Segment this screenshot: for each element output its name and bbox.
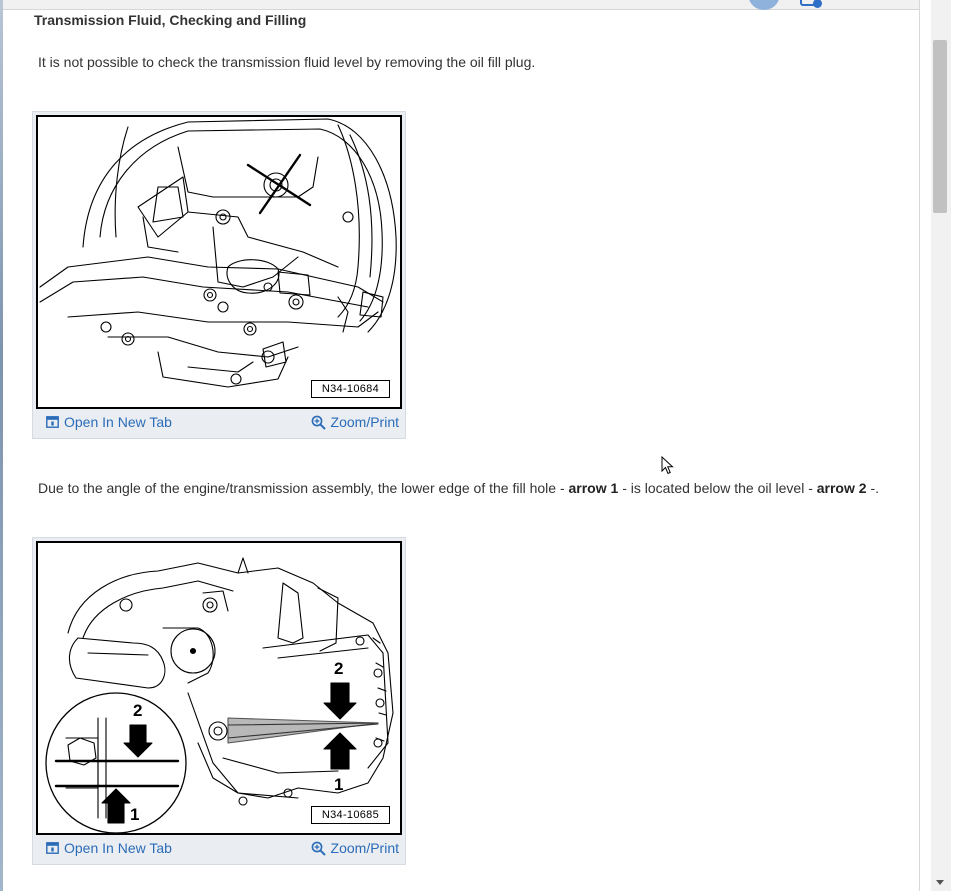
magnifier-zoom-icon [311, 415, 326, 430]
top-toolbar [3, 0, 919, 10]
toolbar-add-icon[interactable] [800, 0, 822, 8]
transmission-diagram-2: 2 1 2 1 N34-10685 [36, 541, 402, 835]
open-in-new-tab-icon [46, 416, 59, 428]
open-in-new-tab-icon [46, 842, 59, 854]
zoom-print-button[interactable]: Zoom/Print [311, 414, 399, 430]
open-in-new-tab-label: Open In New Tab [64, 840, 172, 856]
arrow-1-label: 1 [334, 775, 344, 794]
page-title: Transmission Fluid, Checking and Filling [34, 12, 307, 28]
transmission-line-drawing-1 [39, 118, 397, 388]
zoom-print-label: Zoom/Print [330, 414, 399, 430]
transmission-diagram-1: N34-10684 [36, 115, 402, 409]
scrollbar-thumb[interactable] [933, 40, 947, 213]
figure-code: N34-10685 [310, 806, 390, 824]
arrow-2-label: 2 [334, 659, 344, 678]
open-in-new-tab-button[interactable]: Open In New Tab [46, 414, 172, 430]
arrow-2-ref: arrow 2 [816, 480, 867, 496]
figure-actions: Open In New Tab Zoom/Print [33, 411, 405, 439]
avatar[interactable] [748, 0, 780, 10]
scroll-down-arrow-icon[interactable] [936, 880, 944, 885]
zoom-print-label: Zoom/Print [330, 840, 399, 856]
figure-transmission-plug: N34-10684 Open In New Tab Zoom/Print [32, 111, 406, 439]
content-border [919, 0, 920, 891]
inset-arrow-1-label: 1 [130, 805, 140, 824]
figure-fill-hole-level: 2 1 2 1 N34-10685 Open In New Tab Zoom/P… [32, 537, 406, 865]
window-left-edge [0, 0, 3, 891]
magnifier-zoom-icon [311, 841, 326, 856]
vertical-scrollbar[interactable] [931, 0, 951, 891]
figure-actions: Open In New Tab Zoom/Print [33, 837, 405, 865]
figure-code: N34-10684 [310, 380, 390, 398]
paragraph-fill-hole: Due to the angle of the engine/transmiss… [38, 480, 880, 496]
arrow-1-ref: arrow 1 [568, 480, 619, 496]
paragraph-fill-plug: It is not possible to check the transmis… [38, 54, 536, 70]
open-in-new-tab-label: Open In New Tab [64, 414, 172, 430]
mouse-cursor-icon [661, 456, 674, 475]
inset-arrow-2-label: 2 [133, 701, 143, 720]
open-in-new-tab-button[interactable]: Open In New Tab [46, 840, 172, 856]
zoom-print-button[interactable]: Zoom/Print [311, 840, 399, 856]
transmission-line-drawing-2 [45, 557, 394, 833]
